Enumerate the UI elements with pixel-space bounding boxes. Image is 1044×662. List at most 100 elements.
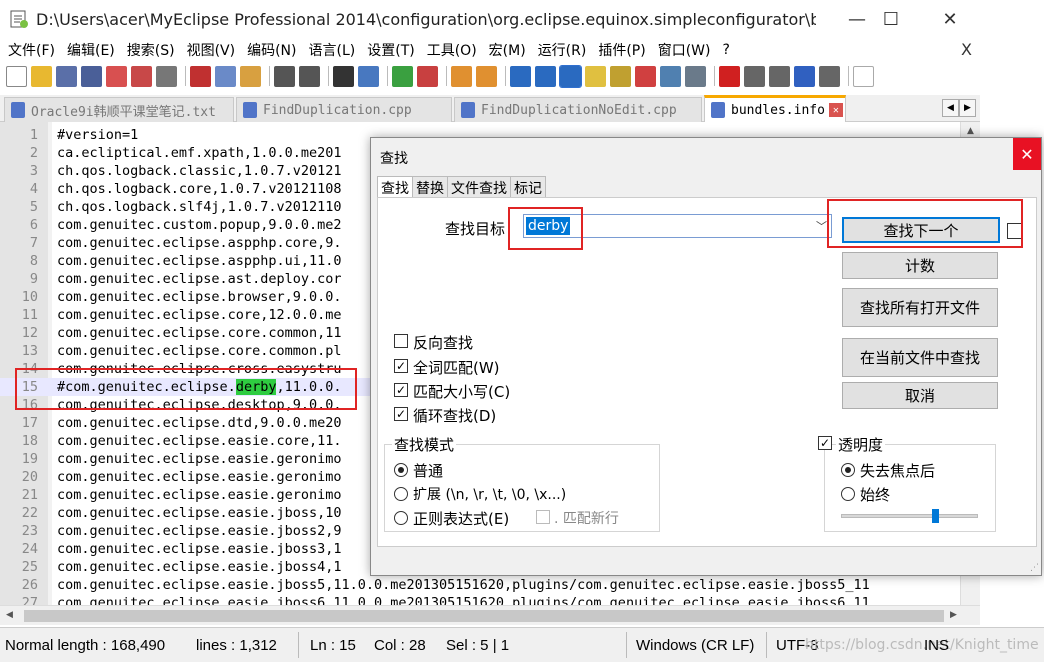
- transparency-always-radio[interactable]: [841, 487, 855, 501]
- function-list-icon[interactable]: [635, 65, 656, 87]
- resize-grip-icon[interactable]: ⋰: [1030, 563, 1039, 573]
- tab-find-in-files[interactable]: 文件查找: [447, 176, 511, 198]
- line-number: 2: [29, 145, 38, 161]
- menu-run[interactable]: 运行(R): [533, 40, 592, 60]
- save-icon[interactable]: [56, 65, 77, 87]
- save-all-icon[interactable]: [81, 65, 102, 87]
- dialog-close-button[interactable]: ✕: [1013, 138, 1041, 170]
- copy-icon[interactable]: [215, 65, 236, 87]
- transparency-lose-focus-radio[interactable]: [841, 463, 855, 477]
- tab-findduplication[interactable]: FindDuplication.cpp: [236, 97, 452, 122]
- menu-plugins[interactable]: 插件(P): [593, 40, 650, 60]
- redo-icon[interactable]: [299, 65, 320, 87]
- notepad-plus-plus-icon: [8, 8, 30, 30]
- toolbar-separator: [505, 66, 506, 86]
- close-tab-icon[interactable]: ✕: [828, 103, 843, 117]
- menu-language[interactable]: 语言(L): [304, 40, 361, 60]
- menu-edit[interactable]: 编辑(E): [62, 40, 120, 60]
- transparency-checkbox[interactable]: ✓: [818, 436, 832, 450]
- line-text: com.genuitec.eclipse.aspphp.ui,11.0: [57, 253, 342, 269]
- find-all-open-files-button[interactable]: 查找所有打开文件: [842, 288, 998, 327]
- new-file-icon[interactable]: [6, 65, 27, 87]
- find-in-current-file-button[interactable]: 在当前文件中查找: [842, 338, 998, 377]
- mode-normal-label: 普通: [413, 462, 444, 480]
- line-number: 11: [21, 307, 38, 323]
- mode-extended-radio[interactable]: [394, 487, 408, 501]
- transparency-slider[interactable]: [841, 514, 978, 518]
- monitoring-icon[interactable]: [685, 65, 706, 87]
- find-icon[interactable]: [333, 65, 354, 87]
- close-window-button[interactable]: ✕: [925, 0, 975, 38]
- close-file-icon[interactable]: [106, 65, 127, 87]
- language-icon[interactable]: [585, 65, 606, 87]
- tab-replace[interactable]: 替换: [412, 176, 448, 198]
- line-number: 21: [21, 487, 38, 503]
- undo-icon[interactable]: [274, 65, 295, 87]
- dot-matches-newline-checkbox[interactable]: [536, 510, 550, 524]
- word-wrap-icon[interactable]: [510, 65, 531, 87]
- show-all-chars-icon[interactable]: [535, 65, 556, 87]
- sync-vertical-icon[interactable]: [451, 65, 472, 87]
- transparency-slider-thumb[interactable]: [932, 509, 939, 523]
- tab-scroll-right-icon[interactable]: ▶: [959, 99, 976, 117]
- scroll-left-icon[interactable]: ◀: [6, 610, 13, 620]
- menu-help[interactable]: ?: [718, 42, 735, 58]
- replace-icon[interactable]: [358, 65, 379, 87]
- spell-check-icon[interactable]: [853, 65, 874, 87]
- scroll-up-icon[interactable]: ▲: [967, 126, 974, 136]
- line-text: com.genuitec.eclipse.easie.jboss2,9: [57, 523, 342, 539]
- menu-file[interactable]: 文件(F): [3, 40, 60, 60]
- mode-regex-radio[interactable]: [394, 511, 408, 525]
- cancel-button[interactable]: 取消: [842, 382, 998, 409]
- record-macro-icon[interactable]: [719, 65, 740, 87]
- chevron-down-icon[interactable]: ﹀: [816, 218, 827, 234]
- line-text: com.genuitec.eclipse.easie.jboss4,1: [57, 559, 342, 575]
- wrap-around-checkbox[interactable]: ✓: [394, 407, 408, 421]
- sync-horizontal-icon[interactable]: [476, 65, 497, 87]
- close-document-button[interactable]: X: [961, 40, 972, 59]
- line-number: 1: [29, 127, 38, 143]
- count-button[interactable]: 计数: [842, 252, 998, 279]
- save-macro-icon[interactable]: [819, 65, 840, 87]
- whole-word-checkbox[interactable]: ✓: [394, 359, 408, 373]
- menu-search[interactable]: 搜索(S): [122, 40, 180, 60]
- mode-normal-radio[interactable]: [394, 463, 408, 477]
- tab-find[interactable]: 查找: [377, 176, 413, 198]
- reverse-search-checkbox[interactable]: [394, 334, 408, 348]
- horizontal-scrollbar[interactable]: ◀ ▶: [0, 605, 980, 625]
- print-icon[interactable]: [156, 65, 177, 87]
- menu-window[interactable]: 窗口(W): [653, 40, 716, 60]
- close-all-icon[interactable]: [131, 65, 152, 87]
- editor-line[interactable]: 27 com.genuitec.eclipse.easie.jboss6,11.0…: [0, 594, 980, 605]
- match-case-checkbox[interactable]: ✓: [394, 383, 408, 397]
- toolbar-separator: [328, 66, 329, 86]
- menu-tools[interactable]: 工具(O): [422, 40, 482, 60]
- tab-scroll-left-icon[interactable]: ◀: [942, 99, 959, 117]
- maximize-button[interactable]: ☐: [866, 0, 916, 38]
- tab-bundles-info[interactable]: bundles.info ✕: [704, 95, 846, 122]
- tab-oracle-notes[interactable]: Oracle9i韩顺平课堂笔记.txt: [4, 97, 234, 122]
- stop-macro-icon[interactable]: [744, 65, 765, 87]
- menu-encoding[interactable]: 编码(N): [242, 40, 301, 60]
- scroll-right-icon[interactable]: ▶: [950, 610, 957, 620]
- document-map-icon[interactable]: [610, 65, 631, 87]
- editor-line[interactable]: 26 com.genuitec.eclipse.easie.jboss5,11.0…: [0, 576, 980, 594]
- run-macro-multiple-icon[interactable]: [794, 65, 815, 87]
- tab-mark[interactable]: 标记: [510, 176, 546, 198]
- zoom-out-icon[interactable]: [417, 65, 438, 87]
- menu-view[interactable]: 视图(V): [182, 40, 241, 60]
- menu-macro[interactable]: 宏(M): [484, 40, 531, 60]
- cut-icon[interactable]: [190, 65, 211, 87]
- play-macro-icon[interactable]: [769, 65, 790, 87]
- open-file-icon[interactable]: [31, 65, 52, 87]
- zoom-in-icon[interactable]: [392, 65, 413, 87]
- paste-icon[interactable]: [240, 65, 261, 87]
- file-icon: [711, 102, 725, 118]
- folder-workspace-icon[interactable]: [660, 65, 681, 87]
- menu-settings[interactable]: 设置(T): [362, 40, 419, 60]
- tab-findduplication-noedit[interactable]: FindDuplicationNoEdit.cpp: [454, 97, 702, 122]
- horizontal-scroll-thumb[interactable]: [24, 610, 944, 622]
- whole-word-label: 全词匹配(W): [413, 359, 500, 377]
- status-insert-mode: INS: [924, 637, 950, 654]
- indent-guide-icon[interactable]: [559, 64, 582, 88]
